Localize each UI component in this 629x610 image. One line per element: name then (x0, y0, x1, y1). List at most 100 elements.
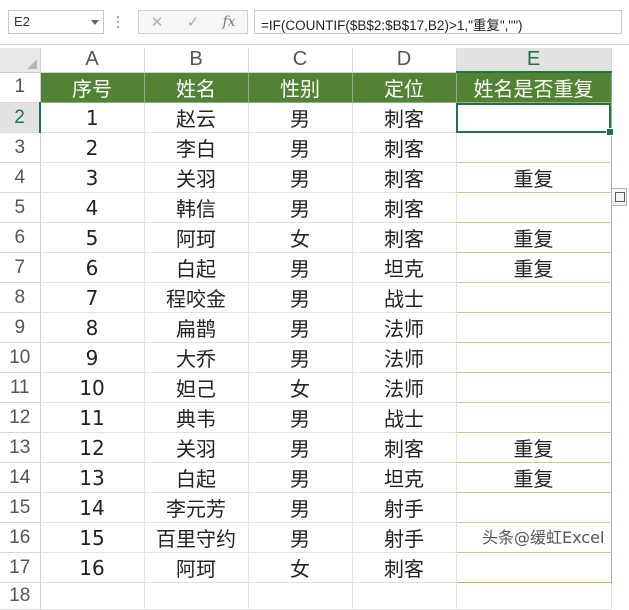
row-header[interactable]: 8 (0, 282, 41, 313)
column-header-d[interactable]: D (352, 48, 457, 73)
table-header-cell[interactable]: 姓名 (143, 71, 249, 103)
table-cell[interactable]: 坦克 (352, 462, 457, 493)
table-cell[interactable]: 战士 (352, 282, 457, 313)
select-all-button[interactable] (0, 48, 41, 73)
table-cell[interactable]: 男 (248, 342, 353, 373)
table-cell[interactable]: 白起 (144, 252, 249, 283)
table-cell[interactable]: 白起 (144, 462, 249, 493)
table-cell[interactable]: 4 (40, 192, 145, 223)
row-header[interactable]: 2 (0, 102, 41, 133)
table-cell[interactable]: 扁鹊 (144, 312, 249, 343)
table-header-cell[interactable]: 姓名是否重复 (455, 71, 612, 103)
table-cell[interactable]: 阿珂 (144, 552, 249, 583)
table-cell[interactable]: 2 (40, 132, 145, 163)
table-cell[interactable] (40, 582, 145, 610)
table-cell[interactable]: 1 (40, 102, 145, 133)
row-header[interactable]: 6 (0, 222, 41, 253)
table-cell[interactable]: 8 (40, 312, 145, 343)
table-cell[interactable] (455, 372, 612, 403)
table-cell[interactable]: 12 (40, 432, 145, 463)
table-cell[interactable]: 战士 (352, 402, 457, 433)
table-cell[interactable] (455, 342, 612, 373)
table-cell[interactable] (456, 582, 612, 610)
table-cell[interactable] (455, 192, 612, 223)
table-cell[interactable]: 李白 (144, 132, 249, 163)
table-cell[interactable]: 15 (40, 522, 145, 553)
table-cell[interactable] (455, 492, 612, 523)
table-cell[interactable]: 6 (40, 252, 145, 283)
row-header[interactable]: 9 (0, 312, 41, 343)
table-cell[interactable]: 重复 (455, 252, 612, 283)
table-cell[interactable] (455, 132, 612, 163)
cancel-icon[interactable]: ✕ (145, 13, 169, 31)
table-cell[interactable]: 阿珂 (144, 222, 249, 253)
table-cell[interactable]: 百里守约 (144, 522, 249, 553)
table-cell[interactable]: 3 (40, 162, 145, 193)
table-cell[interactable]: 重复 (455, 432, 612, 463)
table-cell[interactable]: 韩信 (144, 192, 249, 223)
table-cell[interactable]: 男 (248, 432, 353, 463)
table-cell[interactable]: 10 (40, 372, 145, 403)
table-cell[interactable]: 14 (40, 492, 145, 523)
quick-analysis-icon[interactable] (611, 188, 627, 206)
enter-icon[interactable]: ✓ (181, 13, 205, 31)
column-header-e[interactable]: E (456, 48, 612, 73)
table-cell[interactable]: 大乔 (144, 342, 249, 373)
table-cell[interactable]: 女 (248, 372, 353, 403)
table-header-cell[interactable]: 序号 (39, 71, 145, 103)
name-box[interactable]: E2 (8, 10, 104, 34)
row-header[interactable]: 16 (0, 522, 41, 553)
table-cell[interactable]: 李元芳 (144, 492, 249, 523)
insert-function-icon[interactable]: fx (217, 13, 241, 31)
table-cell[interactable]: 坦克 (352, 252, 457, 283)
column-header-a[interactable]: A (40, 48, 145, 73)
table-cell[interactable]: 男 (248, 402, 353, 433)
table-cell[interactable]: 男 (248, 462, 353, 493)
row-header[interactable]: 18 (0, 582, 41, 610)
table-cell[interactable]: 射手 (352, 492, 457, 523)
row-header[interactable]: 11 (0, 372, 41, 403)
table-cell[interactable]: 法师 (352, 312, 457, 343)
table-cell[interactable]: 刺客 (352, 162, 457, 193)
column-header-b[interactable]: B (144, 48, 249, 73)
table-cell[interactable]: 13 (40, 462, 145, 493)
row-header[interactable]: 12 (0, 402, 41, 433)
table-cell[interactable]: 11 (40, 402, 145, 433)
table-cell[interactable]: 关羽 (144, 432, 249, 463)
table-cell[interactable] (352, 582, 457, 610)
table-cell[interactable]: 刺客 (352, 222, 457, 253)
table-header-cell[interactable]: 性别 (247, 71, 353, 103)
table-cell[interactable]: 男 (248, 492, 353, 523)
table-cell[interactable]: 刺客 (352, 132, 457, 163)
table-cell[interactable]: 射手 (352, 522, 457, 553)
row-header[interactable]: 10 (0, 342, 41, 373)
table-cell[interactable]: 男 (248, 282, 353, 313)
table-cell[interactable] (455, 402, 612, 433)
row-header[interactable]: 13 (0, 432, 41, 463)
table-cell[interactable]: 男 (248, 522, 353, 553)
table-cell[interactable]: 法师 (352, 342, 457, 373)
more-options-icon[interactable] (116, 12, 120, 32)
table-cell[interactable]: 男 (248, 312, 353, 343)
table-cell[interactable]: 男 (248, 162, 353, 193)
table-cell[interactable]: 重复 (455, 162, 612, 193)
table-cell[interactable]: 女 (248, 552, 353, 583)
column-header-c[interactable]: C (248, 48, 353, 73)
table-cell[interactable]: 刺客 (352, 102, 457, 133)
table-cell[interactable]: 刺客 (352, 432, 457, 463)
formula-input[interactable]: =IF(COUNTIF($B$2:$B$17,B2)>1,"重复","") (254, 10, 622, 34)
table-cell[interactable] (455, 282, 612, 313)
table-cell[interactable]: 重复 (455, 462, 612, 493)
row-header[interactable]: 7 (0, 252, 41, 283)
table-cell[interactable]: 5 (40, 222, 145, 253)
table-cell[interactable]: 男 (248, 252, 353, 283)
chevron-down-icon[interactable] (91, 20, 99, 25)
table-cell[interactable] (455, 312, 612, 343)
row-header[interactable]: 14 (0, 462, 41, 493)
active-cell[interactable] (455, 102, 612, 133)
table-cell[interactable] (248, 582, 353, 610)
row-header[interactable]: 4 (0, 162, 41, 193)
row-header[interactable]: 5 (0, 192, 41, 223)
table-cell[interactable]: 关羽 (144, 162, 249, 193)
table-cell[interactable]: 男 (248, 102, 353, 133)
